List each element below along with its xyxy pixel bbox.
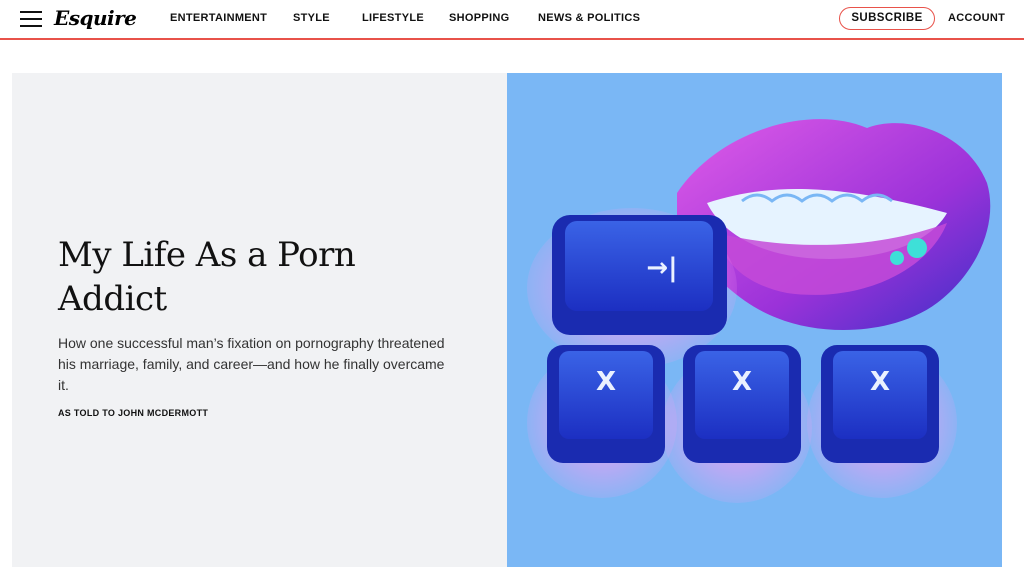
- x-key-2: X: [683, 345, 801, 463]
- x-key-3: X: [821, 345, 939, 463]
- nav-lifestyle[interactable]: LIFESTYLE: [362, 12, 424, 24]
- esquire-logo[interactable]: Esquire: [54, 6, 137, 30]
- headline-line-2: Addict: [58, 279, 167, 319]
- nav-news-politics[interactable]: NEWS & POLITICS: [538, 12, 640, 24]
- x-key-1: X: [547, 345, 665, 463]
- hero-image[interactable]: →| X X X: [507, 73, 1002, 567]
- x-key-1-label: X: [596, 367, 616, 397]
- lips-and-keys-illustration: →| X X X: [527, 119, 991, 503]
- subscribe-button[interactable]: SUBSCRIBE: [839, 7, 935, 30]
- nav-shopping[interactable]: SHOPPING: [449, 12, 509, 24]
- nav-entertainment[interactable]: ENTERTAINMENT: [170, 12, 267, 24]
- article-byline: AS TOLD TO JOHN MCDERMOTT: [58, 408, 209, 418]
- account-link[interactable]: ACCOUNT: [948, 12, 1005, 24]
- tab-key: →|: [552, 215, 727, 335]
- nav-style[interactable]: STYLE: [293, 12, 330, 24]
- x-key-3-label: X: [870, 367, 890, 397]
- hamburger-menu-icon[interactable]: [20, 9, 42, 27]
- article-dek: How one successful man’s fixation on por…: [58, 335, 445, 393]
- x-key-2-label: X: [732, 367, 752, 397]
- headline-line-1: My Life As a Porn: [58, 235, 356, 275]
- hero-text-block: My Life As a Porn Addict How one success…: [58, 233, 448, 418]
- top-navigation-bar: Esquire ENTERTAINMENT STYLE LIFESTYLE SH…: [0, 0, 1024, 40]
- tab-key-label: →|: [646, 253, 677, 283]
- hero-section: My Life As a Porn Addict How one success…: [12, 73, 1002, 567]
- article-headline[interactable]: My Life As a Porn Addict: [58, 233, 448, 321]
